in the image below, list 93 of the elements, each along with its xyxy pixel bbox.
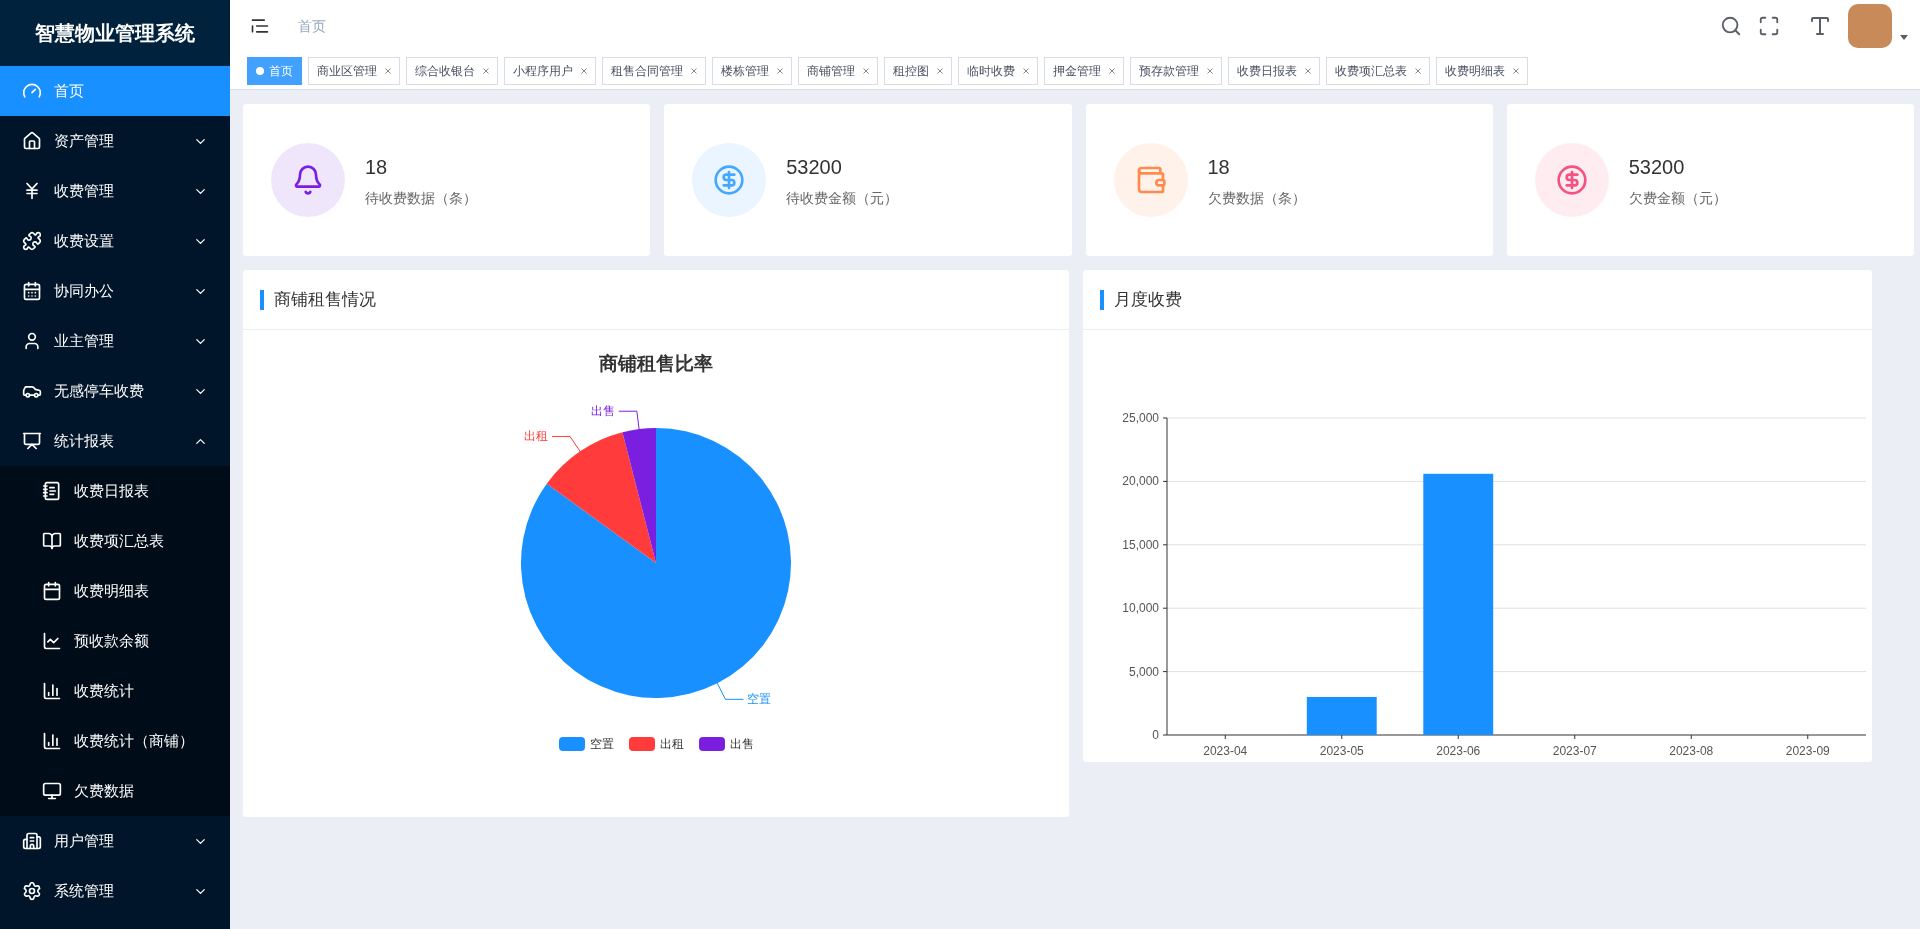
submenu-item[interactable]: 收费明细表 xyxy=(0,566,230,616)
stat-value: 53200 xyxy=(1628,154,1686,180)
gauge-icon xyxy=(22,81,42,101)
page-tab[interactable]: 综合收银台 xyxy=(406,56,498,85)
close-icon[interactable] xyxy=(1305,67,1311,74)
leader-line xyxy=(618,410,640,432)
axis-tick-label: 2023-08 xyxy=(1669,744,1714,758)
building-icon xyxy=(22,831,42,851)
close-icon[interactable] xyxy=(385,67,391,74)
bar-chart-icon xyxy=(42,731,62,751)
page-tab[interactable]: 临时收费 xyxy=(958,56,1038,85)
close-icon[interactable] xyxy=(1109,67,1115,74)
leader-line xyxy=(715,681,744,700)
house-icon xyxy=(22,131,42,151)
legend-swatch xyxy=(629,737,655,751)
calendar-icon xyxy=(42,581,62,601)
axis-tick-label: 10,000 xyxy=(1122,601,1159,616)
page-tab[interactable]: 租控图 xyxy=(884,56,952,85)
stat-value: 18 xyxy=(365,154,389,180)
close-icon[interactable] xyxy=(937,67,943,74)
submenu-item[interactable]: 收费项汇总表 xyxy=(0,516,230,566)
axis-tick-label: 15,000 xyxy=(1122,537,1159,552)
page-tab[interactable]: 收费项汇总表 xyxy=(1326,56,1430,85)
stat-label: 欠费数据（条） xyxy=(1207,188,1306,208)
avatar-image[interactable] xyxy=(1848,4,1892,48)
axis-tick-label: 2023-06 xyxy=(1436,744,1481,758)
close-icon[interactable] xyxy=(777,67,783,74)
close-icon[interactable] xyxy=(863,67,869,74)
fullscreen-icon[interactable] xyxy=(1758,15,1780,37)
axis-tick-label: 5,000 xyxy=(1128,664,1159,679)
axis-tick-label: 20,000 xyxy=(1122,474,1159,489)
menu-toggle-icon[interactable] xyxy=(250,16,270,36)
close-icon[interactable] xyxy=(1023,67,1029,74)
page-tab[interactable]: 小程序用户 xyxy=(504,56,596,85)
stat-label: 待收费数据（条） xyxy=(365,188,477,208)
stat-label: 待收费金额（元） xyxy=(786,188,899,208)
axis-tick-label: 2023-07 xyxy=(1552,744,1597,758)
submenu-item[interactable]: 收费日报表 xyxy=(0,466,230,516)
accent-bar xyxy=(260,289,264,310)
page-tab[interactable]: 收费明细表 xyxy=(1436,56,1528,85)
close-icon[interactable] xyxy=(483,67,489,74)
close-icon[interactable] xyxy=(1415,67,1421,74)
search-icon[interactable] xyxy=(1720,15,1742,37)
page-tab[interactable]: 预存款管理 xyxy=(1130,56,1222,85)
axis-tick-label: 2023-09 xyxy=(1785,744,1830,758)
slice-label: 出售 xyxy=(590,404,615,419)
caret-icon[interactable] xyxy=(1900,34,1908,40)
stat-label: 欠费金额（元） xyxy=(1628,188,1727,208)
submenu-item[interactable]: 收费统计 xyxy=(0,666,230,716)
font-size-icon[interactable] xyxy=(1808,14,1832,38)
presentation-chart-icon xyxy=(22,431,42,451)
slice-label: 出租 xyxy=(524,429,548,444)
user-icon xyxy=(22,331,42,351)
legend-label: 空置 xyxy=(590,737,614,751)
monitor-icon xyxy=(42,781,62,801)
book-icon xyxy=(42,531,62,551)
stat-value: 18 xyxy=(1207,154,1231,180)
stat-value: 53200 xyxy=(786,154,843,180)
close-icon[interactable] xyxy=(1513,67,1519,74)
app-title: 智慧物业管理系统 xyxy=(0,0,230,66)
close-icon[interactable] xyxy=(1207,67,1213,74)
panel-title: 商铺租售情况 xyxy=(274,288,376,311)
page-tab[interactable]: 商铺管理 xyxy=(798,56,878,85)
submenu-item[interactable]: 预收款余额 xyxy=(0,616,230,666)
legend-label: 出租 xyxy=(660,737,684,751)
axis-tick-label: 25,000 xyxy=(1122,411,1159,425)
submenu-item[interactable]: 欠费数据 xyxy=(0,766,230,816)
calendar-icon xyxy=(22,281,42,301)
leader-line xyxy=(551,435,582,454)
axis-tick-label: 2023-05 xyxy=(1319,744,1364,758)
page-tab[interactable]: 租售合同管理 xyxy=(602,56,706,85)
panel-title: 月度收费 xyxy=(1114,288,1182,311)
bar-chart-icon xyxy=(42,681,62,701)
line-chart-icon xyxy=(42,631,62,651)
axis-tick-label: 2023-04 xyxy=(1203,744,1248,758)
legend-swatch xyxy=(559,737,585,751)
bar xyxy=(1306,696,1377,735)
page-tab[interactable]: 商业区管理 xyxy=(308,56,400,85)
page-tab[interactable]: 楼栋管理 xyxy=(712,56,792,85)
slice-label: 空置 xyxy=(747,692,772,707)
legend-swatch xyxy=(699,737,725,751)
gear-icon xyxy=(22,881,42,901)
page-tab[interactable]: 押金管理 xyxy=(1044,56,1124,85)
legend-label: 出售 xyxy=(730,737,754,751)
notebook-icon xyxy=(42,481,62,501)
axis-tick-label: 0 xyxy=(1152,728,1159,742)
page-tab[interactable]: 收费日报表 xyxy=(1228,56,1320,85)
puzzle-icon xyxy=(22,231,42,251)
close-icon[interactable] xyxy=(691,67,697,74)
close-icon[interactable] xyxy=(581,67,587,74)
chart-title: 商铺租售比率 xyxy=(599,353,713,374)
accent-bar xyxy=(1100,289,1104,310)
submenu-item[interactable]: 收费统计（商铺） xyxy=(0,716,230,766)
